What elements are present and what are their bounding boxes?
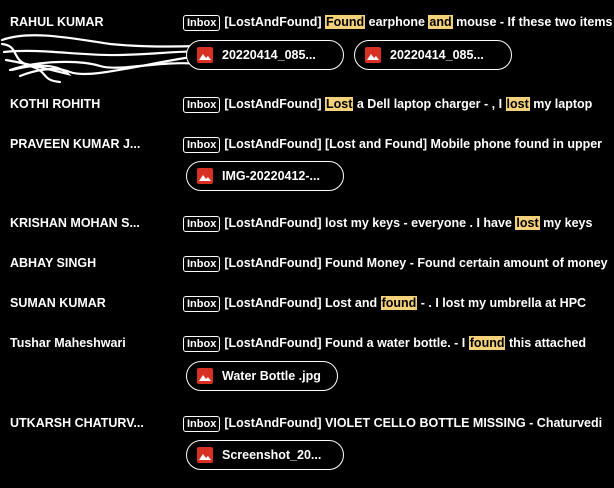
subject-text: [LostAndFound] Found a water bottle. - I	[224, 336, 469, 350]
inbox-label-badge[interactable]: Inbox	[183, 255, 221, 272]
inbox-label-badge[interactable]: Inbox	[183, 96, 221, 113]
inbox-label-badge[interactable]: Inbox	[183, 415, 221, 432]
email-subject: Inbox [LostAndFound] Lost and found - . I…	[183, 295, 614, 312]
sender-name: KOTHI ROHITH	[10, 97, 101, 111]
subject-text: earphone	[365, 15, 429, 29]
subject-text: [LostAndFound] VIOLET CELLO BOTTLE MISSI…	[224, 416, 603, 430]
inbox-label-badge[interactable]: Inbox	[183, 136, 221, 153]
attachment-filename: Screenshot_20...	[222, 448, 322, 462]
subject-text: my laptop	[529, 97, 593, 111]
image-file-icon	[365, 47, 381, 63]
search-highlight: Lost	[325, 97, 354, 111]
sender-name: ABHAY SINGH	[10, 256, 97, 270]
subject-text: [LostAndFound] [Lost and Found] Mobile p…	[224, 137, 603, 151]
attachment-chip[interactable]: 20220414_085...	[354, 40, 512, 70]
email-subject: Inbox [LostAndFound] Found a water bottle…	[183, 335, 614, 352]
sender-name: SUMAN KUMAR	[10, 296, 106, 310]
subject-text: this attached	[505, 336, 587, 350]
image-file-icon	[197, 447, 213, 463]
subject-text: [LostAndFound] Found Money - Found certa…	[224, 256, 608, 270]
attachment-filename: 20220414_085...	[222, 48, 316, 62]
subject-text: [LostAndFound]	[224, 97, 326, 111]
email-subject: Inbox [LostAndFound] Lost a Dell laptop c…	[183, 96, 614, 113]
email-subject: Inbox [LostAndFound] [Lost and Found] Mob…	[183, 136, 614, 153]
attachment-filename: Water Bottle .jpg	[222, 369, 321, 383]
subject-text: mouse - If these two items	[452, 15, 613, 29]
sender-name: PRAVEEN KUMAR J...	[10, 137, 141, 151]
image-file-icon	[197, 368, 213, 384]
inbox-label-badge[interactable]: Inbox	[183, 295, 221, 312]
sender-name: UTKARSH CHATURV...	[10, 416, 144, 430]
subject-text: [LostAndFound] lost my keys - everyone .…	[224, 216, 516, 230]
subject-text: - . I lost my umbrella at HPC	[417, 296, 587, 310]
subject-text: my keys	[539, 216, 593, 230]
image-file-icon	[197, 168, 213, 184]
search-highlight: found	[380, 296, 418, 310]
inbox-label-badge[interactable]: Inbox	[183, 215, 221, 232]
subject-text: a Dell laptop charger - , I	[353, 97, 506, 111]
email-subject: Inbox [LostAndFound] Found Money - Found …	[183, 255, 614, 272]
search-highlight: and	[428, 15, 453, 29]
subject-text: [LostAndFound] Lost and	[224, 296, 381, 310]
search-highlight: lost	[505, 97, 530, 111]
sender-name: Tushar Maheshwari	[10, 336, 126, 350]
attachment-chip[interactable]: Water Bottle .jpg	[186, 361, 338, 391]
search-highlight: Found	[325, 15, 366, 29]
sender-name: RAHUL KUMAR	[10, 15, 104, 29]
subject-text: [LostAndFound]	[224, 15, 326, 29]
sender-name: KRISHAN MOHAN S...	[10, 216, 140, 230]
attachment-filename: IMG-20220412-...	[222, 169, 320, 183]
search-highlight: found	[468, 336, 506, 350]
attachment-chip[interactable]: Screenshot_20...	[186, 440, 344, 470]
inbox-label-badge[interactable]: Inbox	[183, 14, 221, 31]
image-file-icon	[197, 47, 213, 63]
search-highlight: lost	[515, 216, 540, 230]
attachment-chip[interactable]: 20220414_085...	[186, 40, 344, 70]
email-subject: Inbox [LostAndFound] Found earphone and m…	[183, 14, 614, 31]
email-subject: Inbox [LostAndFound] VIOLET CELLO BOTTLE …	[183, 415, 614, 432]
attachment-filename: 20220414_085...	[390, 48, 484, 62]
email-subject: Inbox [LostAndFound] lost my keys - every…	[183, 215, 614, 232]
inbox-label-badge[interactable]: Inbox	[183, 335, 221, 352]
attachment-chip[interactable]: IMG-20220412-...	[186, 161, 344, 191]
